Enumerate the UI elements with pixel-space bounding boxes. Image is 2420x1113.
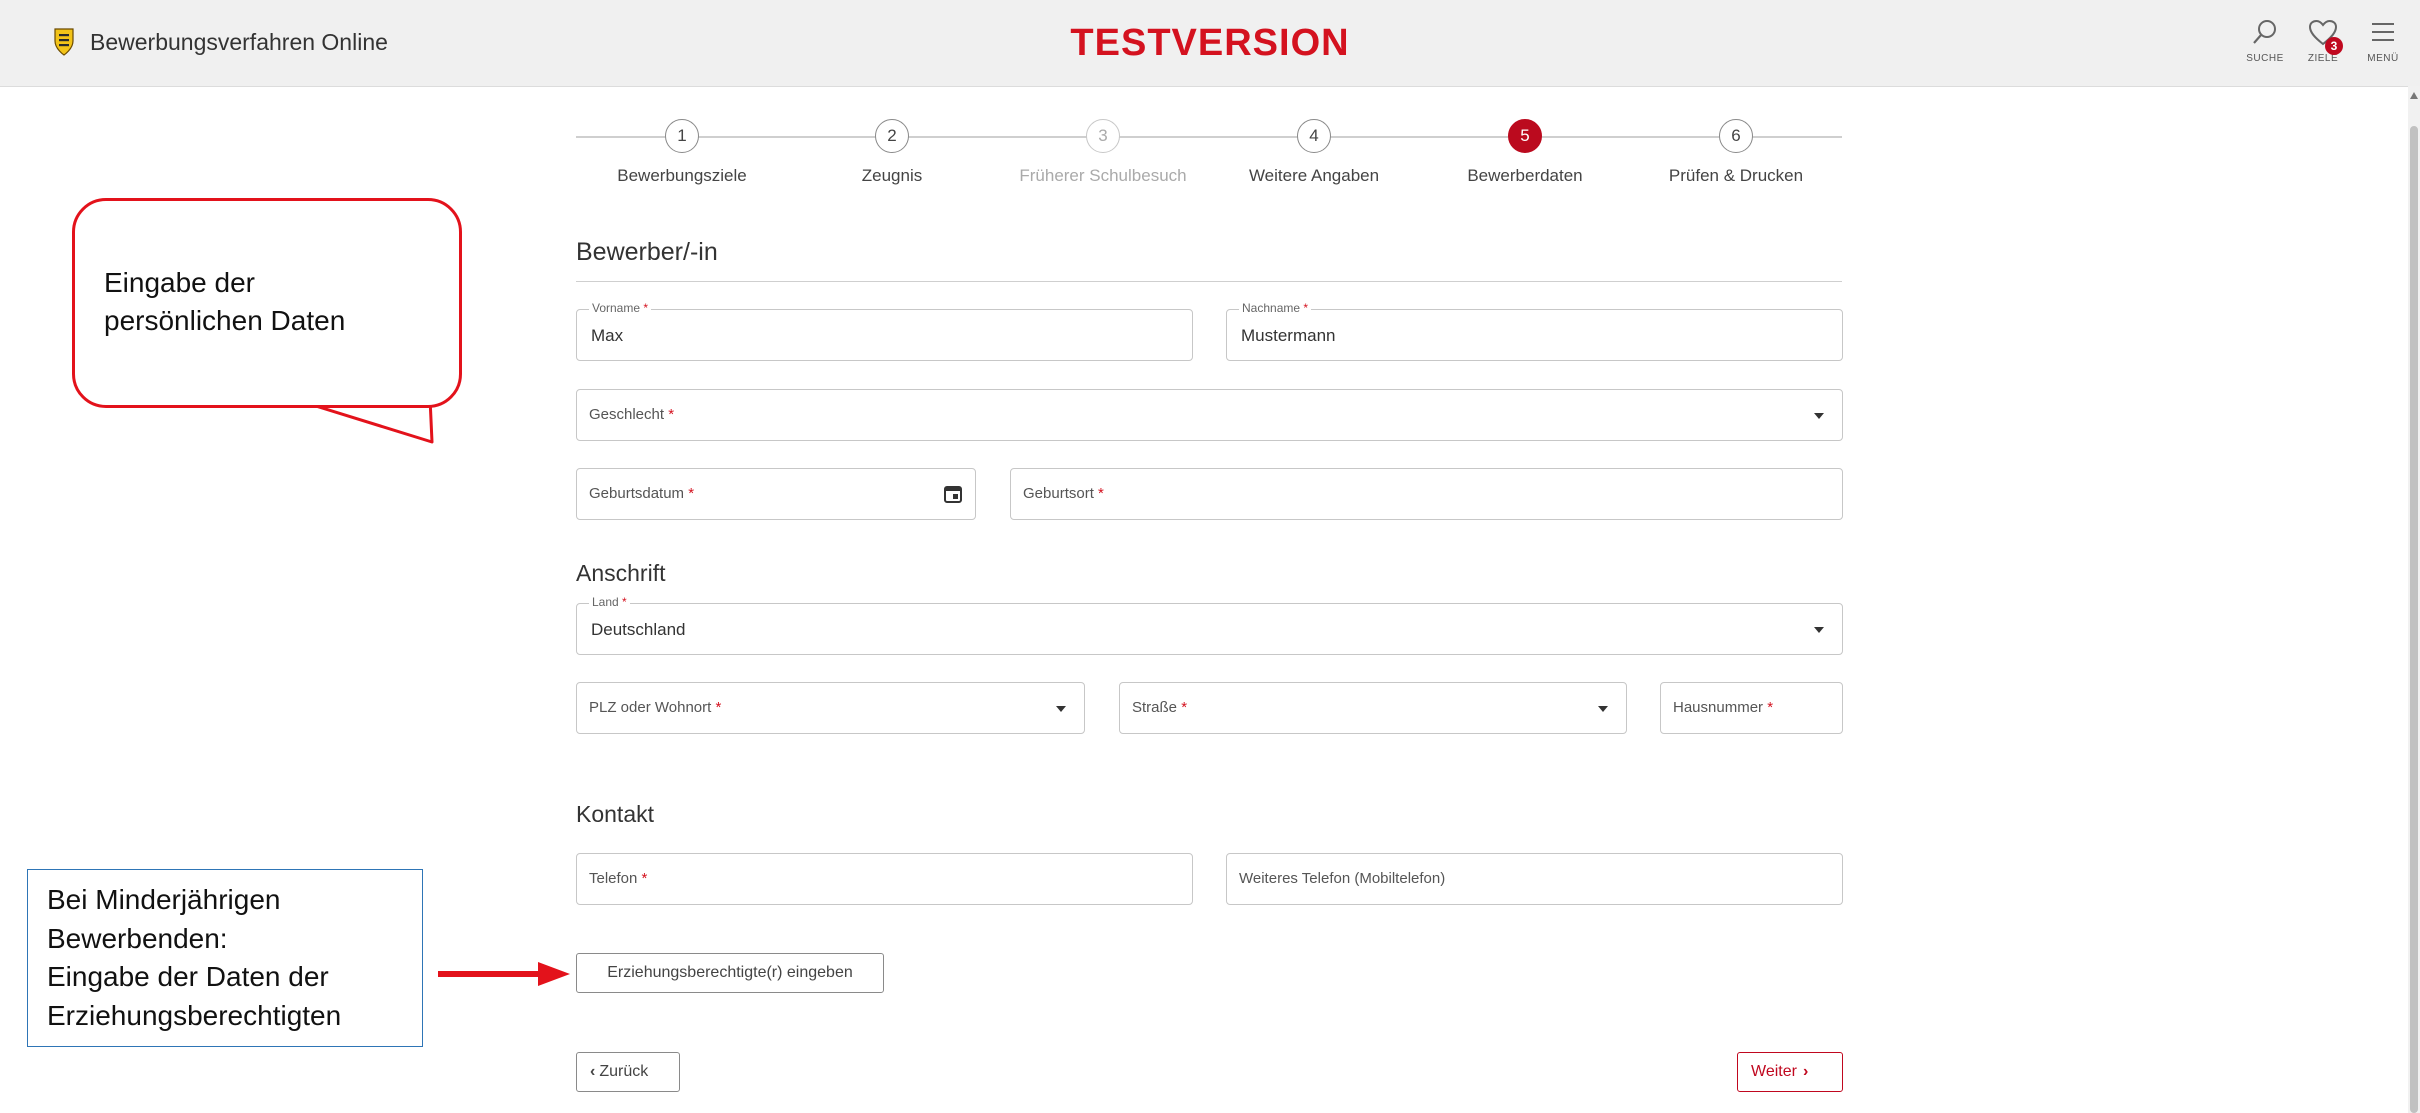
step-1[interactable]: 1 Bewerbungsziele <box>572 119 792 186</box>
step-number: 3 <box>1086 119 1120 153</box>
address-section-title: Anschrift <box>576 560 666 586</box>
chevron-right-icon: › <box>1802 1063 1809 1080</box>
gender-placeholder: Geschlecht * <box>589 406 675 423</box>
lastname-field[interactable]: Nachname * Mustermann <box>1226 301 1843 361</box>
step-4[interactable]: 4 Weitere Angaben <box>1204 119 1424 186</box>
search-icon <box>2253 20 2276 44</box>
zip-city-placeholder: PLZ oder Wohnort * <box>589 699 722 716</box>
mobile-field[interactable]: Weiteres Telefon (Mobiltelefon) <box>1226 853 1843 905</box>
birthplace-placeholder: Geburtsort * <box>1023 485 1104 502</box>
country-select[interactable]: Land * Deutschland <box>576 595 1843 655</box>
step-label: Weitere Angaben <box>1248 166 1380 185</box>
chevron-down-icon <box>1814 627 1824 633</box>
hamburger-icon <box>2372 23 2394 41</box>
chevron-down-icon <box>1814 413 1824 419</box>
scrollbar-thumb[interactable] <box>2410 126 2418 1113</box>
step-label: Bewerbungsziele <box>617 166 747 185</box>
step-5[interactable]: 5 Bewerberdaten <box>1415 119 1635 186</box>
next-button[interactable]: Weiter › <box>1737 1052 1843 1092</box>
app-header: Bewerbungsverfahren Online TESTVERSION S… <box>0 0 2420 87</box>
step-number: 4 <box>1297 119 1331 153</box>
search-button[interactable]: SUCHE <box>2240 18 2290 64</box>
page-scrollbar[interactable] <box>2408 86 2420 1113</box>
contact-section-title: Kontakt <box>576 801 654 827</box>
chevron-left-icon: ‹ <box>590 1063 596 1080</box>
next-label: Weiter <box>1751 1063 1797 1080</box>
add-guardian-button[interactable]: Erziehungsberechtigte(r) eingeben <box>576 953 884 993</box>
back-label: Zurück <box>599 1063 649 1080</box>
step-number: 1 <box>665 119 699 153</box>
scroll-up-arrow-icon[interactable] <box>2410 92 2418 99</box>
step-label: Zeugnis <box>861 166 923 185</box>
firstname-value: Max <box>591 326 624 345</box>
lastname-value: Mustermann <box>1241 326 1336 345</box>
housenumber-field[interactable]: Hausnummer * <box>1660 682 1843 734</box>
bubble-tail-cover <box>285 396 415 404</box>
street-select[interactable]: Straße * <box>1119 682 1627 734</box>
test-version-banner: TESTVERSION <box>1070 22 1350 64</box>
step-label: Früherer Schulbesuch <box>1019 166 1187 185</box>
country-label: Land * <box>589 595 630 609</box>
chevron-down-icon <box>1598 706 1608 712</box>
chevron-down-icon <box>1056 706 1066 712</box>
red-arrow-icon <box>438 962 570 986</box>
birthplace-field[interactable]: Geburtsort * <box>1010 468 1843 520</box>
zip-city-select[interactable]: PLZ oder Wohnort * <box>576 682 1085 734</box>
step-number: 5 <box>1508 119 1542 153</box>
phone-field[interactable]: Telefon * <box>576 853 1193 905</box>
goals-label: ZIELE <box>2307 53 2339 64</box>
housenumber-placeholder: Hausnummer * <box>1673 699 1774 716</box>
lastname-label: Nachname * <box>1239 301 1312 315</box>
step-6[interactable]: 6 Prüfen & Drucken <box>1626 119 1846 186</box>
step-3: 3 Früherer Schulbesuch <box>993 119 1213 186</box>
firstname-label: Vorname * <box>589 301 652 315</box>
firstname-field[interactable]: Vorname * Max <box>576 301 1193 361</box>
step-number: 2 <box>875 119 909 153</box>
goals-count-badge: 3 <box>2325 37 2343 55</box>
street-placeholder: Straße * <box>1132 699 1188 716</box>
step-2[interactable]: 2 Zeugnis <box>782 119 1002 186</box>
phone-placeholder: Telefon * <box>589 870 648 887</box>
step-number: 6 <box>1719 119 1753 153</box>
birthdate-placeholder: Geburtsdatum * <box>589 485 695 502</box>
country-value: Deutschland <box>591 620 686 639</box>
menu-button[interactable]: MENÜ <box>2358 18 2408 64</box>
search-label: SUCHE <box>2246 53 2284 64</box>
birthdate-field[interactable]: Geburtsdatum * <box>576 468 976 520</box>
section-divider <box>576 281 1842 282</box>
applicant-section-title: Bewerber/-in <box>576 238 718 266</box>
gender-select[interactable]: Geschlecht * <box>576 389 1843 441</box>
minor-note-text: Bei Minderjährigen Bewerbenden: Eingabe … <box>47 884 342 1031</box>
goals-button[interactable]: 3 ZIELE <box>2298 18 2348 64</box>
calendar-icon[interactable] <box>943 484 963 504</box>
step-label: Prüfen & Drucken <box>1668 166 1804 185</box>
mobile-placeholder: Weiteres Telefon (Mobiltelefon) <box>1239 870 1446 887</box>
bubble-text: Eingabe der persönlichen Daten <box>104 267 346 336</box>
back-button[interactable]: ‹ Zurück <box>576 1052 680 1092</box>
step-label: Bewerberdaten <box>1467 166 1583 185</box>
menu-label: MENÜ <box>2367 53 2399 64</box>
